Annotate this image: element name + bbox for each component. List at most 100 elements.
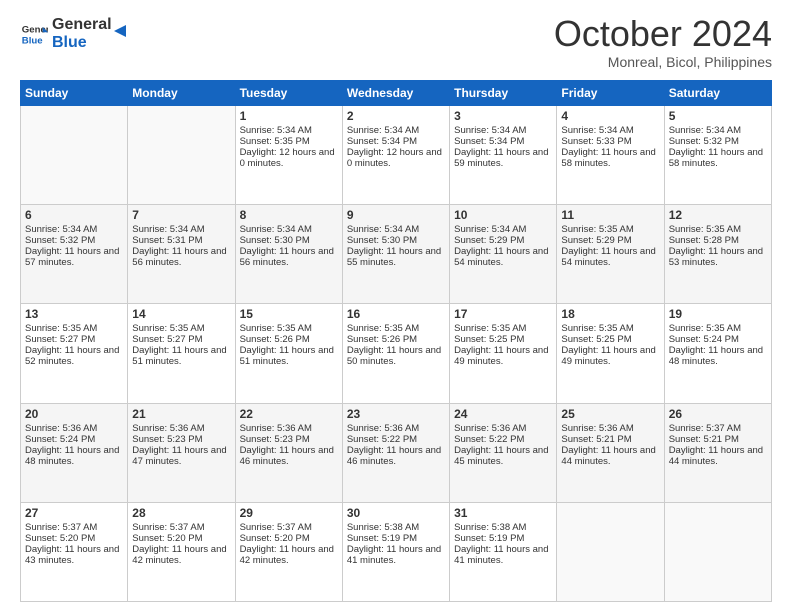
daylight-text: Daylight: 11 hours and 48 minutes. [669, 345, 767, 367]
daylight-text: Daylight: 11 hours and 55 minutes. [347, 246, 445, 268]
title-block: October 2024 Monreal, Bicol, Philippines [554, 16, 772, 70]
day-number: 16 [347, 307, 445, 321]
svg-text:Blue: Blue [22, 35, 43, 46]
sunrise-text: Sunrise: 5:34 AM [454, 224, 552, 235]
sunrise-text: Sunrise: 5:34 AM [240, 224, 338, 235]
sunrise-text: Sunrise: 5:38 AM [347, 522, 445, 533]
logo-icon: General Blue [20, 20, 48, 48]
day-number: 31 [454, 506, 552, 520]
daylight-text: Daylight: 11 hours and 47 minutes. [132, 445, 230, 467]
calendar-cell-w1d1 [21, 106, 128, 205]
day-number: 3 [454, 109, 552, 123]
calendar-cell-w3d3: 15Sunrise: 5:35 AMSunset: 5:26 PMDayligh… [235, 304, 342, 403]
sunset-text: Sunset: 5:24 PM [669, 334, 767, 345]
daylight-text: Daylight: 11 hours and 46 minutes. [347, 445, 445, 467]
day-number: 2 [347, 109, 445, 123]
daylight-text: Daylight: 11 hours and 44 minutes. [669, 445, 767, 467]
day-number: 21 [132, 407, 230, 421]
calendar-cell-w5d4: 30Sunrise: 5:38 AMSunset: 5:19 PMDayligh… [342, 502, 449, 601]
day-number: 19 [669, 307, 767, 321]
calendar-cell-w2d7: 12Sunrise: 5:35 AMSunset: 5:28 PMDayligh… [664, 205, 771, 304]
sunrise-text: Sunrise: 5:35 AM [561, 323, 659, 334]
day-number: 27 [25, 506, 123, 520]
sunset-text: Sunset: 5:19 PM [454, 533, 552, 544]
daylight-text: Daylight: 11 hours and 58 minutes. [669, 147, 767, 169]
day-number: 12 [669, 208, 767, 222]
sunset-text: Sunset: 5:25 PM [454, 334, 552, 345]
calendar-cell-w4d5: 24Sunrise: 5:36 AMSunset: 5:22 PMDayligh… [450, 403, 557, 502]
col-monday: Monday [128, 81, 235, 106]
location: Monreal, Bicol, Philippines [554, 54, 772, 70]
sunrise-text: Sunrise: 5:35 AM [454, 323, 552, 334]
sunrise-text: Sunrise: 5:37 AM [240, 522, 338, 533]
daylight-text: Daylight: 11 hours and 53 minutes. [669, 246, 767, 268]
calendar-cell-w3d5: 17 Sunrise: 5:35 AMSunset: 5:25 PMDayligh… [450, 304, 557, 403]
calendar-cell-w2d3: 8Sunrise: 5:34 AMSunset: 5:30 PMDaylight… [235, 205, 342, 304]
sunset-text: Sunset: 5:34 PM [347, 136, 445, 147]
daylight-text: Daylight: 11 hours and 57 minutes. [25, 246, 123, 268]
daylight-text: Daylight: 11 hours and 42 minutes. [132, 544, 230, 566]
calendar-cell-w3d1: 13Sunrise: 5:35 AMSunset: 5:27 PMDayligh… [21, 304, 128, 403]
calendar-week-3: 13Sunrise: 5:35 AMSunset: 5:27 PMDayligh… [21, 304, 772, 403]
daylight-text: Daylight: 11 hours and 44 minutes. [561, 445, 659, 467]
day-number: 15 [240, 307, 338, 321]
calendar-cell-w1d4: 2 Sunrise: 5:34 AMSunset: 5:34 PMDaylight… [342, 106, 449, 205]
sunset-text: Sunset: 5:29 PM [561, 235, 659, 246]
sunrise-text: Sunrise: 5:35 AM [132, 323, 230, 334]
sunrise-text: Sunrise: 5:36 AM [240, 423, 338, 434]
calendar-cell-w3d6: 18Sunrise: 5:35 AMSunset: 5:25 PMDayligh… [557, 304, 664, 403]
sunrise-text: Sunrise: 5:34 AM [25, 224, 123, 235]
daylight-text: Daylight: 11 hours and 41 minutes. [454, 544, 552, 566]
day-number: 7 [132, 208, 230, 222]
sunrise-text: Sunrise: 5:36 AM [454, 423, 552, 434]
sunset-text: Sunset: 5:33 PM [561, 136, 659, 147]
calendar-cell-w1d5: 3Sunrise: 5:34 AMSunset: 5:34 PMDaylight… [450, 106, 557, 205]
sunset-text: Sunset: 5:20 PM [132, 533, 230, 544]
sunset-text: Sunset: 5:25 PM [561, 334, 659, 345]
sunset-text: Sunset: 5:21 PM [669, 434, 767, 445]
sunrise-text: Sunrise: 5:36 AM [561, 423, 659, 434]
day-number: 17 [454, 307, 552, 321]
daylight-text: Daylight: 12 hours and 0 minutes. [347, 147, 445, 169]
sunrise-text: Sunrise: 5:35 AM [240, 323, 338, 334]
sunset-text: Sunset: 5:23 PM [240, 434, 338, 445]
daylight-text: Daylight: 11 hours and 46 minutes. [240, 445, 338, 467]
calendar-cell-w5d6 [557, 502, 664, 601]
daylight-text: Daylight: 12 hours and 0 minutes. [240, 147, 338, 169]
logo-arrow-icon [112, 21, 132, 41]
calendar-week-1: 1Sunrise: 5:34 AMSunset: 5:35 PMDaylight… [21, 106, 772, 205]
sunrise-text: Sunrise: 5:35 AM [669, 224, 767, 235]
sunset-text: Sunset: 5:20 PM [240, 533, 338, 544]
daylight-text: Daylight: 11 hours and 56 minutes. [132, 246, 230, 268]
daylight-text: Daylight: 11 hours and 58 minutes. [561, 147, 659, 169]
daylight-text: Daylight: 11 hours and 54 minutes. [454, 246, 552, 268]
sunset-text: Sunset: 5:22 PM [347, 434, 445, 445]
daylight-text: Daylight: 11 hours and 49 minutes. [454, 345, 552, 367]
calendar-cell-w4d1: 20Sunrise: 5:36 AMSunset: 5:24 PMDayligh… [21, 403, 128, 502]
calendar-cell-w4d2: 21Sunrise: 5:36 AMSunset: 5:23 PMDayligh… [128, 403, 235, 502]
sunrise-text: Sunrise: 5:37 AM [25, 522, 123, 533]
logo: General Blue General Blue [20, 16, 132, 51]
calendar-cell-w3d7: 19Sunrise: 5:35 AMSunset: 5:24 PMDayligh… [664, 304, 771, 403]
calendar-cell-w4d7: 26Sunrise: 5:37 AMSunset: 5:21 PMDayligh… [664, 403, 771, 502]
calendar-cell-w5d1: 27Sunrise: 5:37 AMSunset: 5:20 PMDayligh… [21, 502, 128, 601]
sunset-text: Sunset: 5:27 PM [132, 334, 230, 345]
day-number: 1 [240, 109, 338, 123]
day-number: 13 [25, 307, 123, 321]
calendar-week-2: 6Sunrise: 5:34 AMSunset: 5:32 PMDaylight… [21, 205, 772, 304]
sunrise-text: Sunrise: 5:34 AM [454, 125, 552, 136]
calendar-cell-w1d6: 4Sunrise: 5:34 AMSunset: 5:33 PMDaylight… [557, 106, 664, 205]
day-number: 5 [669, 109, 767, 123]
sunset-text: Sunset: 5:31 PM [132, 235, 230, 246]
sunset-text: Sunset: 5:20 PM [25, 533, 123, 544]
calendar-week-4: 20Sunrise: 5:36 AMSunset: 5:24 PMDayligh… [21, 403, 772, 502]
day-number: 29 [240, 506, 338, 520]
calendar-cell-w1d7: 5Sunrise: 5:34 AMSunset: 5:32 PMDaylight… [664, 106, 771, 205]
sunset-text: Sunset: 5:27 PM [25, 334, 123, 345]
daylight-text: Daylight: 11 hours and 48 minutes. [25, 445, 123, 467]
calendar-cell-w1d2 [128, 106, 235, 205]
sunrise-text: Sunrise: 5:34 AM [347, 125, 445, 136]
sunrise-text: Sunrise: 5:38 AM [454, 522, 552, 533]
calendar-table: Sunday Monday Tuesday Wednesday Thursday… [20, 80, 772, 602]
calendar-cell-w5d2: 28Sunrise: 5:37 AMSunset: 5:20 PMDayligh… [128, 502, 235, 601]
